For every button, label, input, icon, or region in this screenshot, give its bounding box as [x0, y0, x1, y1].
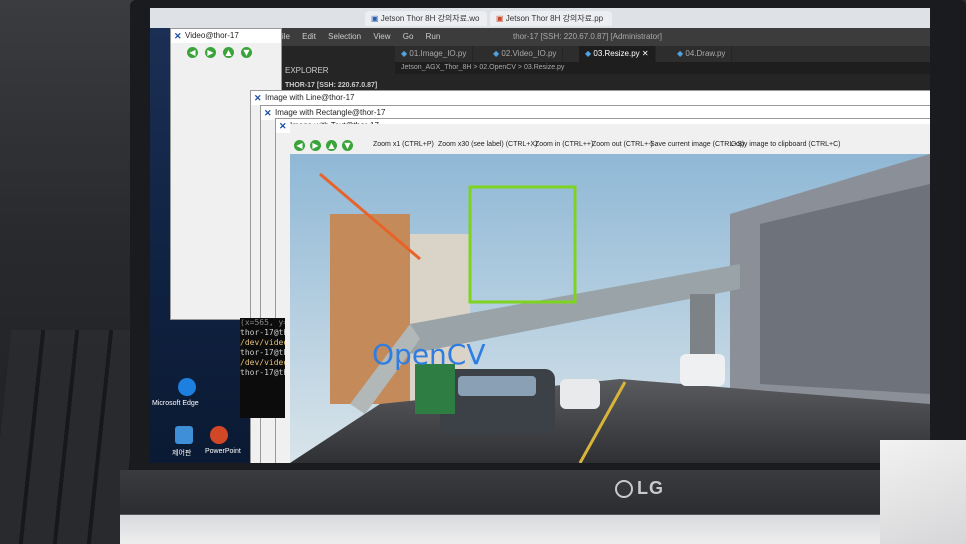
- terminal-line: thor-17@thor: [240, 328, 285, 337]
- desktop-icon-label: PowerPoint: [205, 448, 241, 455]
- browser-tab[interactable]: ▣ Jetson Thor 8H 강의자료.pp: [490, 11, 612, 26]
- editor-tab-label: 02.Video_IO.py: [501, 49, 557, 58]
- editor-tab-label: 04.Draw.py: [685, 49, 726, 58]
- building: [330, 214, 410, 404]
- ppt-doc-icon: ▣: [496, 14, 504, 23]
- cursor-coordinates: (x=565, y=398) ~ R: [240, 318, 285, 327]
- up-icon[interactable]: ▲: [223, 47, 234, 58]
- desktop-icon-label: 제어판: [172, 450, 192, 457]
- menu-edit[interactable]: Edit: [302, 32, 316, 41]
- forward-icon[interactable]: ▶: [205, 47, 216, 58]
- editor-tabs: ◆ 01.Image_IO.py ◆ 02.Video_IO.py ◆ 03.R…: [395, 46, 930, 62]
- opencv-text-overlay: OpenCV: [372, 338, 486, 371]
- editor-tab-active[interactable]: ◆ 03.Resize.py ✕: [579, 46, 656, 62]
- browser-tab-strip: ▣ Jetson Thor 8H 강의자료.wo ▣ Jetson Thor 8…: [150, 8, 930, 28]
- back-icon[interactable]: ◀: [187, 47, 198, 58]
- up-icon[interactable]: ▲: [326, 140, 337, 151]
- menu-selection[interactable]: Selection: [328, 32, 361, 41]
- terminal-line: /dev/video0: [240, 358, 285, 367]
- terminal-line: thor-17@thor: [240, 348, 285, 357]
- copy-image-button[interactable]: Copy image to clipboard (CTRL+C): [731, 141, 841, 148]
- back-icon[interactable]: ◀: [294, 140, 305, 151]
- down-icon[interactable]: ▼: [342, 140, 353, 151]
- edge-icon[interactable]: [178, 378, 196, 396]
- word-doc-icon: ▣: [371, 14, 379, 23]
- zoom-x30-button[interactable]: Zoom x30 (see label) (CTRL+X): [438, 141, 537, 148]
- lg-circle-icon: [615, 480, 633, 499]
- window-title: ✕ Image with Line@thor-17: [251, 91, 930, 105]
- editor-tab[interactable]: ◆ 02.Video_IO.py: [487, 46, 564, 62]
- bus: [415, 364, 455, 414]
- terminal-line: /dev/video0: [240, 338, 285, 347]
- laptop-screen: ▣ Jetson Thor 8H 강의자료.wo ▣ Jetson Thor 8…: [150, 8, 930, 463]
- car: [680, 354, 725, 386]
- vscode-titlebar: ◢ File Edit Selection View Go Run thor-1…: [255, 28, 930, 46]
- menu-view[interactable]: View: [373, 32, 390, 41]
- menu-go[interactable]: Go: [403, 32, 414, 41]
- app-icon: ✕: [279, 121, 287, 131]
- powerpoint-icon[interactable]: [210, 426, 228, 444]
- browser-tab[interactable]: ▣ Jetson Thor 8H 강의자료.wo: [365, 11, 487, 26]
- street-image: OpenCV: [290, 154, 930, 463]
- close-icon[interactable]: ✕: [642, 49, 649, 58]
- zoom-x1-button[interactable]: Zoom x1 (CTRL+P): [373, 141, 434, 148]
- editor-tab[interactable]: ◆ 04.Draw.py: [671, 46, 733, 62]
- menu-run[interactable]: Run: [426, 32, 441, 41]
- browser-tab-label: Jetson Thor 8H 강의자료.pp: [505, 14, 604, 23]
- explorer-root[interactable]: THOR-17 [SSH: 220.67.0.87]: [285, 82, 377, 89]
- editor-tab-label: 01.Image_IO.py: [409, 49, 467, 58]
- image-toolbar: ◀ ▶ ▲ ▼ Zoom x1 (CTRL+P) Zoom x30 (see l…: [290, 138, 930, 154]
- image-viewer: ◀ ▶ ▲ ▼ Zoom x1 (CTRL+P) Zoom x30 (see l…: [290, 124, 930, 463]
- down-icon[interactable]: ▼: [241, 47, 252, 58]
- zoom-in-button[interactable]: Zoom in (CTRL++): [535, 141, 593, 148]
- window-title: ✕ Video@thor-17: [171, 29, 281, 43]
- app-icon: ✕: [264, 108, 272, 118]
- explorer-heading: EXPLORER: [285, 66, 329, 75]
- lg-logo: LG: [615, 478, 664, 499]
- terminal-window: (x=565, y=398) ~ R thor-17@thor /dev/vid…: [240, 318, 285, 418]
- editor-tab-label: 03.Resize.py: [593, 49, 640, 58]
- vscode-title: thor-17 [SSH: 220.67.0.87] [Administrato…: [513, 32, 662, 41]
- browser-tab-label: Jetson Thor 8H 강의자료.wo: [380, 14, 480, 23]
- control-panel-icon[interactable]: [175, 426, 193, 444]
- app-icon: ✕: [174, 31, 182, 41]
- terminal-line: thor-17@thor: [240, 368, 285, 377]
- desktop-icon-label: Microsoft Edge: [152, 400, 199, 407]
- zoom-out-button[interactable]: Zoom out (CTRL+-): [592, 141, 653, 148]
- car: [560, 379, 600, 409]
- breadcrumb: Jetson_AGX_Thor_8H > 02.OpenCV > 03.Resi…: [395, 62, 930, 74]
- editor-tab[interactable]: ◆ 01.Image_IO.py: [395, 46, 474, 62]
- app-icon: ✕: [254, 93, 262, 103]
- forward-icon[interactable]: ▶: [310, 140, 321, 151]
- laptop-base: [120, 470, 966, 544]
- white-object: [880, 440, 966, 544]
